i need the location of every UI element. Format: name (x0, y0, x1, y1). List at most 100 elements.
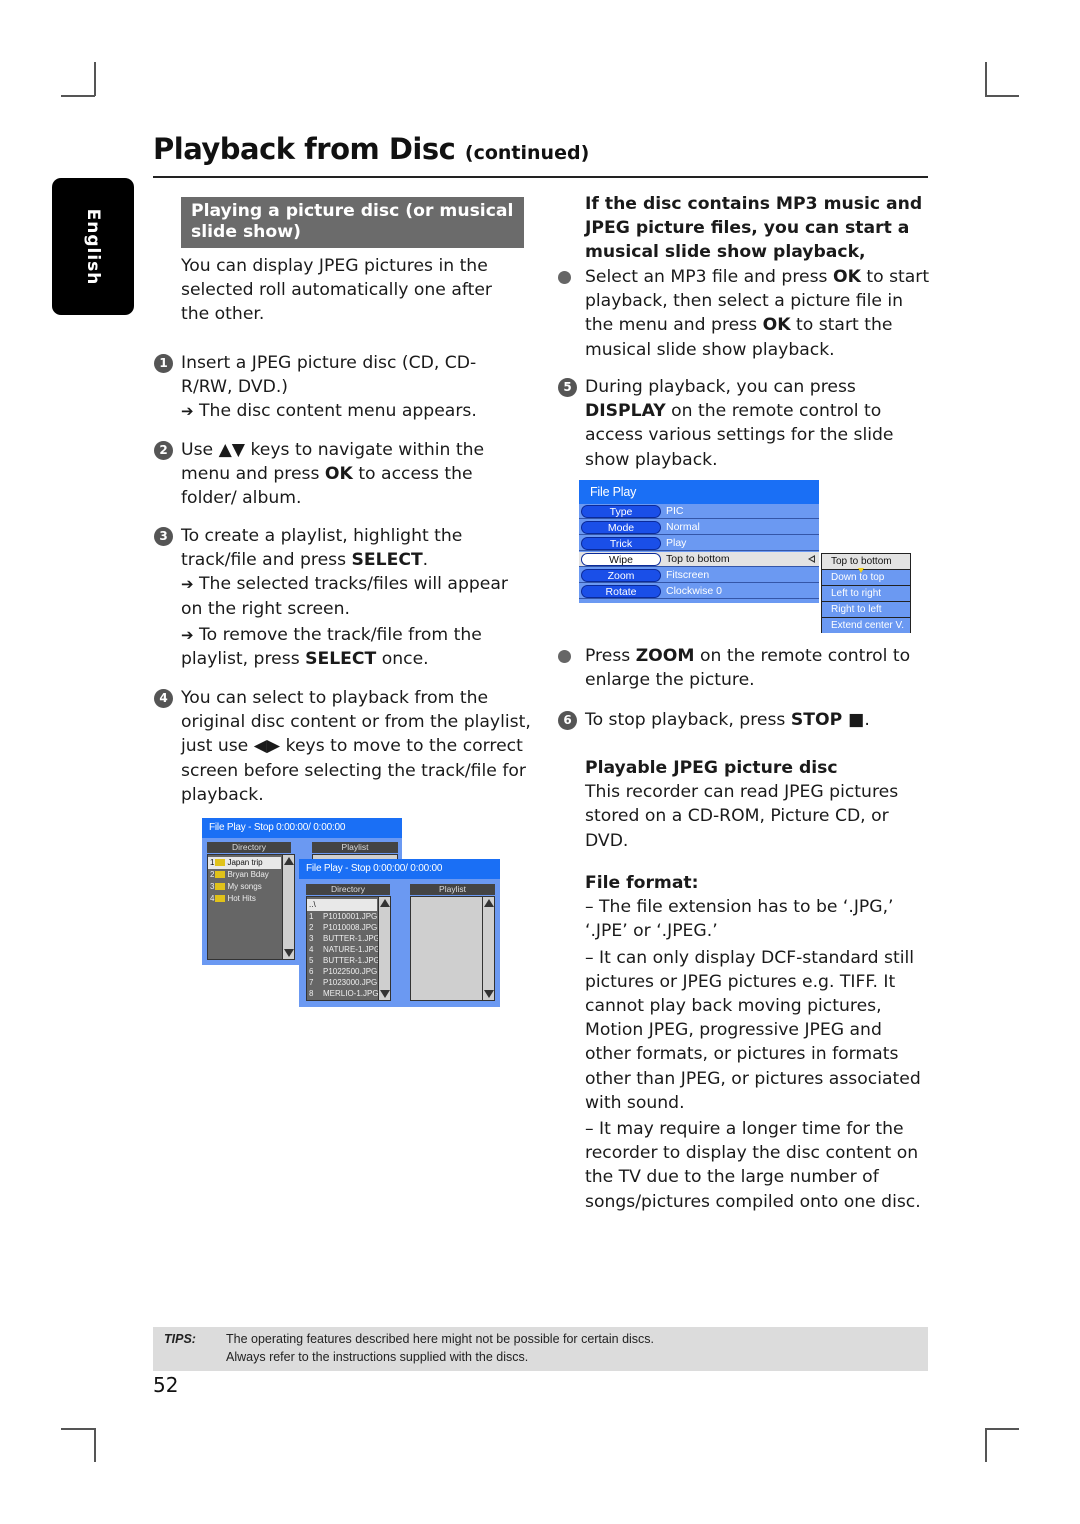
playlist-scrollbar[interactable] (482, 897, 494, 1000)
file-name: P1010001.JPG (323, 912, 378, 921)
step-1: 1 Insert a JPEG picture disc (CD, CD-R/R… (154, 351, 521, 424)
page-title-main: Playback from Disc (153, 132, 456, 166)
setting-value: PIC (666, 505, 684, 517)
scroll-down-icon[interactable] (284, 949, 294, 957)
playlist-header: Playlist (410, 884, 495, 895)
folder-num: 4 (210, 894, 215, 903)
scroll-down-icon[interactable] (380, 990, 390, 998)
wipe-option[interactable]: Left to right (822, 586, 910, 601)
file-item[interactable]: 2 P1010008.JPG (307, 922, 377, 934)
setting-row-type[interactable]: Type PIC (579, 504, 819, 519)
file-item[interactable]: 3 BUTTER-1.JPG (307, 933, 380, 945)
wipe-option[interactable]: Extend center V. (822, 618, 910, 633)
folder-name: Japan trip (227, 858, 263, 867)
file-item[interactable]: 7 P1023000.JPG (307, 977, 377, 989)
setting-label: Wipe (581, 553, 661, 566)
stop-key: STOP ■ (790, 710, 865, 730)
zoom-bullet: Press ZOOM on the remote control to enla… (558, 644, 930, 692)
wipe-option[interactable]: Down to top (822, 570, 910, 585)
setting-row-zoom[interactable]: Zoom Fitscreen (579, 568, 819, 583)
playable-text: This recorder can read JPEG pictures sto… (585, 782, 899, 851)
scroll-up-icon[interactable] (284, 857, 294, 865)
result-arrow-icon: ➔ (181, 402, 194, 421)
parent-folder-item[interactable]: ..\ (307, 899, 377, 911)
tips-label: TIPS: (164, 1332, 196, 1346)
display-key: DISPLAY (585, 401, 666, 422)
wipe-option[interactable]: Right to left (822, 602, 910, 617)
directory-pane: ..\ 1 P1010001.JPG 2 P1010008.JPG 3 BUTTER-… (306, 896, 391, 1001)
setting-label: Type (581, 505, 661, 518)
directory-scrollbar[interactable] (378, 897, 390, 1000)
section-heading: Playing a picture disc (or musical slide… (181, 197, 524, 248)
page-title-suffix: (continued) (464, 142, 590, 164)
file-num: 2 (309, 923, 314, 932)
file-item[interactable]: 5 BUTTER-1.JPG (307, 955, 380, 967)
format-item: – The file extension has to be ‘.JPG,’ ‘… (585, 897, 894, 942)
folder-num: 3 (210, 882, 215, 891)
setting-row-rotate[interactable]: Rotate Clockwise 0 (579, 584, 819, 599)
crop-mark-bottom-right-h (985, 1428, 1019, 1430)
step-4: 4 You can select to playback from the or… (154, 686, 531, 807)
setting-label: Rotate (581, 585, 661, 598)
step-3-result-1: The selected tracks/files will appear on… (181, 574, 508, 619)
file-format-section: File format: – The file extension has to… (585, 871, 930, 1214)
zoom-bullet-text: Press (585, 646, 636, 666)
file-num: 4 (309, 945, 314, 954)
setting-value: Fitscreen (666, 569, 710, 581)
format-item: – It can only display DCF-standard still… (585, 947, 921, 1113)
cursor-pointer-icon (858, 568, 864, 573)
playlist-header: Playlist (312, 842, 398, 853)
directory-header: Directory (306, 884, 390, 895)
setting-value: Top to bottom (666, 553, 730, 565)
file-item[interactable]: 4 NATURE-1.JPG (307, 944, 380, 956)
step-3-result-2-end: once. (376, 649, 429, 670)
file-num: 1 (309, 912, 314, 921)
scroll-down-icon[interactable] (484, 990, 494, 998)
page-title: Playback from Disc (continued) (153, 132, 589, 166)
ok-key: OK (832, 267, 861, 287)
bullet-icon (558, 650, 571, 663)
file-item[interactable]: 8 MERLIO-1.JPG (307, 988, 379, 1000)
zoom-key: ZOOM (635, 646, 695, 666)
step-number-3: 3 (154, 527, 173, 546)
setting-row-mode[interactable]: Mode Normal (579, 520, 819, 535)
mp3-heading: If the disc contains MP3 music and JPEG … (585, 192, 930, 265)
directory-scrollbar[interactable] (282, 855, 294, 959)
directory-header: Directory (207, 842, 291, 853)
setting-row-wipe[interactable]: Wipe Top to bottom (579, 552, 819, 567)
osd-title: File Play - Stop 0:00:00/ 0:00:00 (202, 818, 402, 838)
file-item[interactable]: 1 P1010001.JPG (307, 911, 377, 923)
folder-icon (215, 871, 226, 878)
step-5: 5 During playback, you can press DISPLAY… (558, 375, 930, 472)
language-tab-label: English (83, 208, 103, 285)
folder-name: My songs (227, 882, 262, 891)
result-arrow-icon: ➔ (181, 625, 194, 644)
wipe-option[interactable]: Top to bottom (822, 554, 910, 569)
scroll-up-icon[interactable] (380, 899, 390, 907)
file-num: 8 (309, 989, 314, 998)
expand-left-icon[interactable] (808, 555, 815, 563)
title-divider (153, 176, 928, 178)
folder-item[interactable]: 1 Japan trip (208, 857, 281, 869)
step-1-text: Insert a JPEG picture disc (CD, CD-R/RW,… (181, 353, 477, 398)
slideshow-settings-screen: File Play Type PIC Mode Normal Trick Pla… (579, 480, 819, 603)
parent-entry: ..\ (309, 900, 316, 909)
tips-line-2: Always refer to the instructions supplie… (226, 1350, 529, 1364)
setting-row-trick[interactable]: Trick Play (579, 536, 819, 551)
playlist-pane (410, 896, 495, 1001)
folder-item[interactable]: 2 Bryan Bday (208, 869, 269, 881)
file-item[interactable]: 6 P1022500.JPG (307, 966, 377, 978)
step-3: 3 To create a playlist, highlight the tr… (154, 524, 531, 671)
playable-heading: Playable JPEG picture disc (585, 758, 838, 778)
folder-item[interactable]: 3 My songs (208, 881, 262, 893)
scroll-up-icon[interactable] (484, 899, 494, 907)
step-2: 2 Use ▲▼ keys to navigate within the men… (154, 438, 526, 511)
select-key: SELECT (305, 649, 377, 670)
file-format-heading: File format: (585, 873, 699, 893)
step-number-5: 5 (558, 378, 577, 397)
folder-icon (215, 859, 226, 866)
select-key: SELECT (351, 550, 423, 571)
setting-value: Play (666, 537, 687, 549)
ok-key: OK (762, 315, 791, 336)
folder-item[interactable]: 4 Hot Hits (208, 893, 256, 905)
